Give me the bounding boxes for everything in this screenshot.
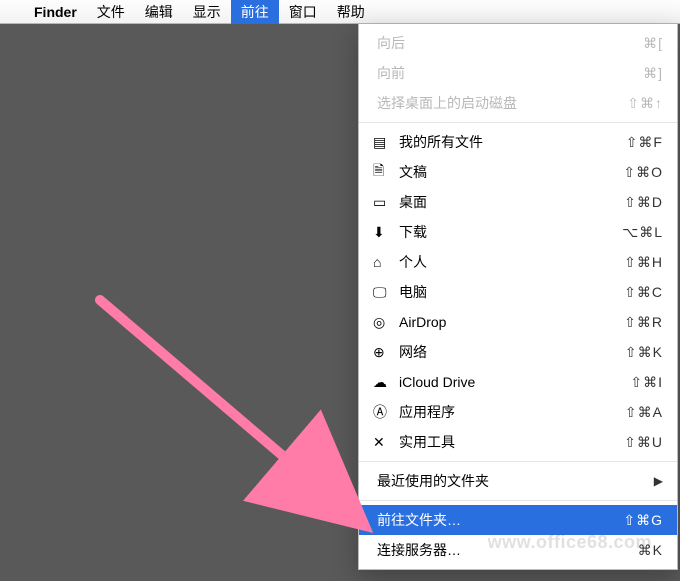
shortcut: ⇧⌘U: [624, 434, 663, 451]
menuitem-label: 下载: [395, 222, 622, 242]
menu-help[interactable]: 帮助: [327, 0, 375, 24]
menuitem-startupdisk: 选择桌面上的启动磁盘 ⇧⌘↑: [359, 88, 677, 118]
menu-window[interactable]: 窗口: [279, 0, 327, 24]
menuitem-desktop[interactable]: ▭ 桌面 ⇧⌘D: [359, 187, 677, 217]
shortcut: ⇧⌘O: [623, 164, 663, 181]
shortcut: ⇧⌘↑: [627, 95, 663, 112]
icloud-icon: ☁: [373, 374, 395, 391]
menubar: Finder 文件 编辑 显示 前往 窗口 帮助: [0, 0, 680, 24]
menuitem-computer[interactable]: 🖵 电脑 ⇧⌘C: [359, 277, 677, 307]
separator: [359, 461, 677, 462]
menuitem-home[interactable]: ⌂ 个人 ⇧⌘H: [359, 247, 677, 277]
shortcut: ⇧⌘C: [624, 284, 663, 301]
menuitem-label: AirDrop: [395, 314, 624, 330]
menuitem-label: 文稿: [395, 162, 623, 182]
airdrop-icon: ◎: [373, 314, 395, 331]
documents-icon: 🗎: [373, 160, 395, 184]
computer-icon: 🖵: [373, 284, 395, 301]
shortcut: ⇧⌘F: [626, 134, 663, 151]
menuitem-recentfolders[interactable]: 最近使用的文件夹 ▶: [359, 466, 677, 496]
menuitem-documents[interactable]: 🗎 文稿 ⇧⌘O: [359, 157, 677, 187]
menuitem-allfiles[interactable]: ▤ 我的所有文件 ⇧⌘F: [359, 127, 677, 157]
menu-file[interactable]: 文件: [87, 0, 135, 24]
utilities-icon: ✕: [373, 434, 395, 451]
separator: [359, 500, 677, 501]
menu-view[interactable]: 显示: [183, 0, 231, 24]
menuitem-label: 应用程序: [395, 402, 625, 422]
menuitem-label: 电脑: [395, 282, 624, 302]
menuitem-network[interactable]: ⊕ 网络 ⇧⌘K: [359, 337, 677, 367]
menuitem-downloads[interactable]: ⬇ 下载 ⌥⌘L: [359, 217, 677, 247]
shortcut: ⌥⌘L: [622, 224, 663, 241]
menuitem-label: 我的所有文件: [395, 132, 626, 152]
shortcut: ⌘K: [638, 542, 663, 559]
menuitem-label: 前往文件夹…: [373, 510, 623, 530]
menu-edit[interactable]: 编辑: [135, 0, 183, 24]
shortcut: ⇧⌘I: [630, 374, 663, 391]
shortcut: ⇧⌘G: [623, 512, 663, 529]
allfiles-icon: ▤: [373, 134, 395, 151]
go-menu-dropdown: 向后 ⌘[ 向前 ⌘] 选择桌面上的启动磁盘 ⇧⌘↑ ▤ 我的所有文件 ⇧⌘F …: [358, 24, 678, 570]
applications-icon: Ⓐ: [373, 402, 395, 422]
menuitem-utilities[interactable]: ✕ 实用工具 ⇧⌘U: [359, 427, 677, 457]
menuitem-label: 实用工具: [395, 432, 624, 452]
chevron-right-icon: ▶: [654, 474, 663, 488]
network-icon: ⊕: [373, 344, 395, 361]
downloads-icon: ⬇: [373, 224, 395, 241]
menuitem-label: 个人: [395, 252, 624, 272]
shortcut: ⇧⌘K: [625, 344, 663, 361]
separator: [359, 122, 677, 123]
menuitem-back: 向后 ⌘[: [359, 28, 677, 58]
menuitem-connectserver[interactable]: 连接服务器… ⌘K: [359, 535, 677, 565]
menuitem-label: 最近使用的文件夹: [373, 471, 654, 491]
shortcut: ⇧⌘R: [624, 314, 663, 331]
shortcut: ⇧⌘H: [624, 254, 663, 271]
menu-go[interactable]: 前往: [231, 0, 279, 24]
menuitem-gotofolder[interactable]: 前往文件夹… ⇧⌘G: [359, 505, 677, 535]
menuitem-label: 向前: [373, 63, 643, 83]
menuitem-airdrop[interactable]: ◎ AirDrop ⇧⌘R: [359, 307, 677, 337]
menuitem-label: 网络: [395, 342, 625, 362]
app-name[interactable]: Finder: [24, 4, 87, 20]
desktop-icon: ▭: [373, 194, 395, 211]
menuitem-label: 连接服务器…: [373, 540, 638, 560]
menuitem-applications[interactable]: Ⓐ 应用程序 ⇧⌘A: [359, 397, 677, 427]
home-icon: ⌂: [373, 254, 395, 270]
menuitem-icloud[interactable]: ☁ iCloud Drive ⇧⌘I: [359, 367, 677, 397]
shortcut: ⇧⌘A: [625, 404, 663, 421]
shortcut: ⇧⌘D: [624, 194, 663, 211]
menuitem-label: 桌面: [395, 192, 624, 212]
menuitem-label: 向后: [373, 33, 643, 53]
menuitem-label: 选择桌面上的启动磁盘: [373, 93, 627, 113]
menuitem-forward: 向前 ⌘]: [359, 58, 677, 88]
menuitem-label: iCloud Drive: [395, 374, 630, 390]
shortcut: ⌘]: [643, 65, 663, 82]
shortcut: ⌘[: [643, 35, 663, 52]
